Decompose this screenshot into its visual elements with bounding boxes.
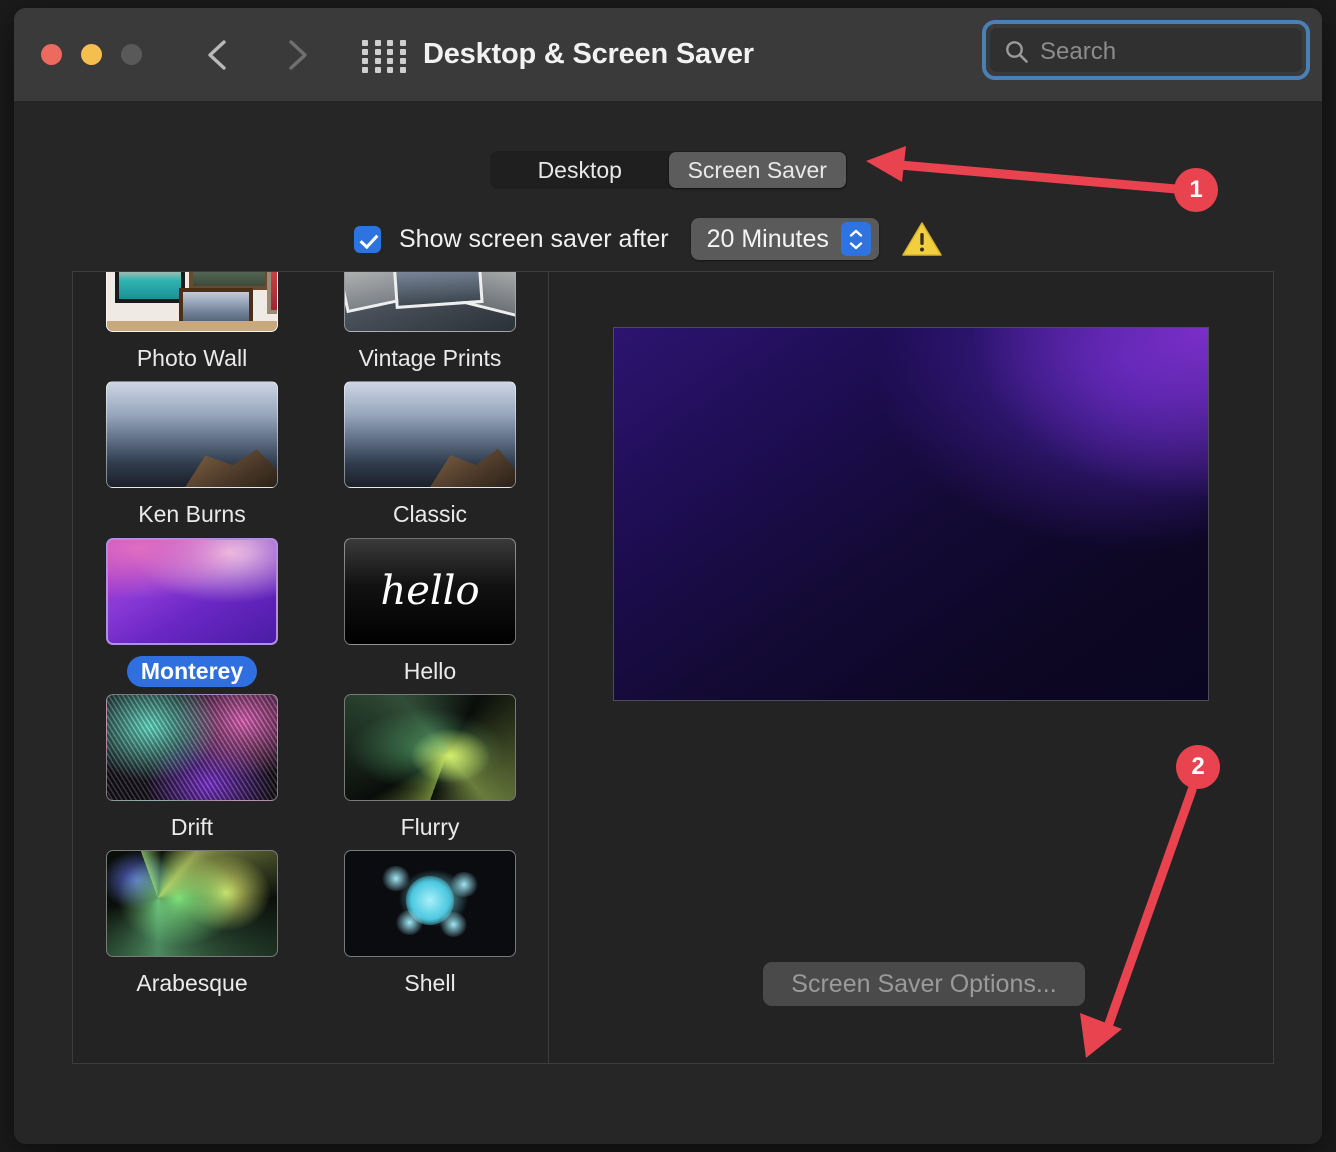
close-window-button[interactable] (41, 44, 62, 65)
system-preferences-window: Desktop & Screen Saver Desktop Screen Sa… (14, 8, 1322, 1144)
minimize-window-button[interactable] (81, 44, 102, 65)
saver-item-label: Drift (157, 812, 227, 843)
saver-row: Drift Flurry (73, 694, 549, 843)
window-titlebar: Desktop & Screen Saver (14, 8, 1322, 102)
saver-row: Monterey hello Hello (73, 538, 549, 687)
saver-thumbnail (344, 850, 516, 957)
saver-item-hello[interactable]: hello Hello (330, 538, 530, 687)
saver-thumbnail (106, 271, 278, 332)
saver-item-flurry[interactable]: Flurry (330, 694, 530, 843)
screen-saver-interval-popup[interactable]: 20 Minutes (691, 218, 879, 260)
screen-saver-chooser-list[interactable]: Photo Wall Vintage Prints (72, 271, 550, 1064)
saver-item-ken-burns[interactable]: Ken Burns (92, 381, 292, 530)
saver-thumbnail (344, 381, 516, 488)
saver-item-drift[interactable]: Drift (92, 694, 292, 843)
screen-saver-options-button[interactable]: Screen Saver Options... (763, 962, 1085, 1006)
forward-button[interactable] (276, 34, 316, 76)
search-field[interactable] (989, 27, 1303, 73)
saver-thumbnail (106, 538, 278, 645)
saver-item-label: Hello (390, 656, 470, 687)
saver-item-classic[interactable]: Classic (330, 381, 530, 530)
saver-item-shell[interactable]: Shell (330, 850, 530, 999)
tab-bar: Desktop Screen Saver (490, 151, 847, 189)
screen-saver-chooser-content: Photo Wall Vintage Prints (73, 271, 549, 1006)
saver-item-monterey[interactable]: Monterey (92, 538, 292, 687)
annotation-badge-2: 2 (1176, 745, 1220, 789)
saver-item-photo-wall[interactable]: Photo Wall (92, 271, 292, 374)
saver-thumbnail: hello (344, 538, 516, 645)
back-button[interactable] (199, 34, 239, 76)
back-chevron-icon (199, 34, 239, 76)
show-screen-saver-label: Show screen saver after (399, 225, 669, 254)
search-input[interactable] (1038, 28, 1292, 76)
saver-item-label: Flurry (387, 812, 474, 843)
saver-row: Photo Wall Vintage Prints (73, 271, 549, 374)
search-focus-ring (982, 20, 1310, 80)
warning-triangle-icon (901, 220, 943, 258)
tab-desktop[interactable]: Desktop (491, 152, 669, 188)
saver-thumbnail (106, 850, 278, 957)
stepper-chevrons-icon[interactable] (841, 222, 871, 256)
zoom-window-button[interactable] (121, 44, 142, 65)
saver-item-vintage-prints[interactable]: Vintage Prints (330, 271, 530, 374)
saver-thumbnail (344, 694, 516, 801)
forward-chevron-icon (276, 34, 316, 76)
screen-saver-preview[interactable] (613, 327, 1209, 701)
saver-item-label: Shell (390, 968, 469, 999)
screen-saver-preview-panel: Screen Saver Options... (548, 271, 1274, 1064)
saver-item-label: Photo Wall (123, 343, 261, 374)
show-screen-saver-row: Show screen saver after 20 Minutes (354, 219, 943, 259)
saver-row: Ken Burns Classic (73, 381, 549, 530)
interval-value: 20 Minutes (707, 225, 829, 254)
saver-item-label: Monterey (127, 656, 257, 687)
saver-item-label: Vintage Prints (345, 343, 516, 374)
preferences-body: Desktop Screen Saver Show screen saver a… (14, 101, 1322, 1144)
saver-item-label: Arabesque (122, 968, 261, 999)
saver-thumbnail (106, 694, 278, 801)
saver-item-label: Ken Burns (124, 499, 259, 530)
saver-item-arabesque[interactable]: Arabesque (92, 850, 292, 999)
show-screen-saver-checkbox[interactable] (354, 226, 381, 253)
tab-screen-saver[interactable]: Screen Saver (669, 152, 847, 188)
saver-item-label: Classic (379, 499, 481, 530)
show-all-grid-icon[interactable] (360, 40, 408, 72)
saver-thumbnail (106, 381, 278, 488)
saver-thumbnail (344, 271, 516, 332)
annotation-badge-1: 1 (1174, 168, 1218, 212)
saver-row: Arabesque Shell (73, 850, 549, 999)
search-icon (1004, 39, 1030, 70)
page-title: Desktop & Screen Saver (423, 38, 754, 71)
